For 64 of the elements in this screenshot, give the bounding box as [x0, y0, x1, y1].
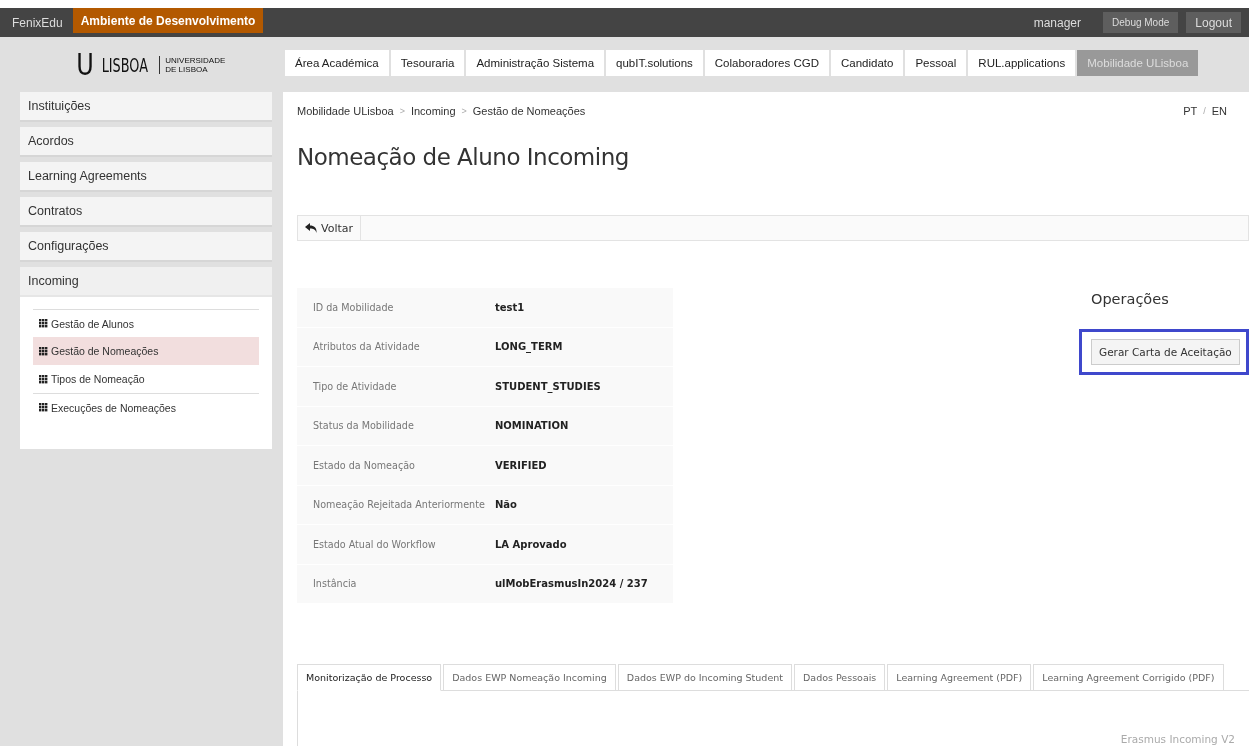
sidebar-item[interactable]: Acordos: [20, 127, 272, 157]
module-tab[interactable]: Tesouraria: [390, 50, 465, 76]
detail-label: Nomeação Rejeitada Anteriormente: [312, 499, 486, 511]
detail-value: ulMobErasmusIn2024 / 237: [495, 578, 649, 590]
detail-label: Status da Mobilidade: [312, 420, 415, 432]
app-name[interactable]: FenixEdu: [8, 15, 73, 30]
breadcrumb-link[interactable]: Incoming: [410, 105, 456, 117]
generate-letter-button[interactable]: Gerar Carta de Aceitação: [1091, 339, 1240, 365]
detail-label: Tipo de Atividade: [312, 380, 398, 392]
module-tab[interactable]: qubIT.solutions: [606, 50, 703, 76]
tab[interactable]: Dados Pessoais: [794, 664, 886, 691]
breadcrumb-separator: >: [461, 106, 467, 116]
submenu-item[interactable]: Gestão de Nomeações: [33, 337, 259, 365]
language-link[interactable]: EN: [1211, 105, 1227, 117]
breadcrumb-link[interactable]: Mobilidade ULisboa: [297, 105, 394, 117]
logo-mark: U: [75, 49, 94, 80]
footer-text: Erasmus Incoming V2: [1120, 733, 1235, 745]
breadcrumb-separator: >: [399, 106, 405, 116]
detail-label: Instância: [312, 578, 358, 590]
environment-badge: Ambiente de Desenvolvimento: [72, 8, 264, 33]
module-tab[interactable]: RUL.applications: [968, 50, 1076, 76]
breadcrumb-link[interactable]: Gestão de Nomeações: [472, 105, 586, 117]
detail-label: Estado da Nomeação: [312, 459, 416, 471]
detail-label: ID da Mobilidade: [312, 301, 395, 313]
grid-icon: [39, 319, 48, 328]
module-tab[interactable]: Candidato: [830, 50, 904, 76]
user-name: manager: [1033, 15, 1082, 30]
sidebar-item[interactable]: Learning Agreements: [20, 162, 272, 192]
submenu-item[interactable]: Tipos de Nomeação: [33, 365, 259, 393]
grid-icon: [39, 346, 48, 356]
page-title: Nomeação de Aluno Incoming: [297, 144, 630, 172]
detail-label: Estado Atual do Workflow: [312, 538, 437, 550]
module-tab[interactable]: Colaboradores CGD: [704, 50, 829, 76]
sidebar-item[interactable]: Configurações: [20, 232, 272, 262]
language-link[interactable]: PT: [1183, 105, 1198, 117]
detail-value: LONG_TERM: [495, 341, 564, 353]
logout-button[interactable]: Logout: [1186, 12, 1241, 33]
module-tab[interactable]: Área Académica: [285, 50, 389, 76]
sidebar-item[interactable]: Incoming: [20, 267, 272, 297]
detail-label: Atributos da Atividade: [312, 341, 421, 353]
tab[interactable]: Monitorização de Processo: [297, 664, 442, 691]
submenu-item[interactable]: Execuções de Nomeações: [33, 393, 259, 421]
tab[interactable]: Learning Agreement (PDF): [887, 664, 1032, 691]
detail-value: NOMINATION: [495, 420, 570, 432]
grid-icon: [39, 374, 48, 384]
language-separator: /: [1203, 106, 1206, 116]
detail-value: STUDENT_STUDIES: [495, 380, 602, 392]
tab[interactable]: Dados EWP Nomeação Incoming: [443, 664, 616, 691]
logo-name: LISBOA: [101, 53, 148, 76]
module-tab[interactable]: Administração Sistema: [466, 50, 605, 76]
logo-subtitle: UNIVERSIDADE DE LISBOA: [159, 55, 226, 74]
grid-icon: [39, 403, 48, 412]
detail-value: Não: [495, 499, 518, 511]
module-tab[interactable]: Pessoal: [905, 50, 967, 76]
back-arrow-icon: [305, 223, 317, 233]
operations-heading: Operações: [1091, 291, 1170, 309]
tab[interactable]: Dados EWP do Incoming Student: [617, 664, 792, 691]
detail-value: test1: [495, 301, 526, 313]
detail-value: LA Aprovado: [495, 538, 568, 550]
sidebar-item[interactable]: Instituições: [20, 92, 272, 122]
detail-value: VERIFIED: [495, 459, 548, 471]
sidebar-item[interactable]: Contratos: [20, 197, 272, 227]
tab[interactable]: Learning Agreement Corrigido (PDF): [1033, 664, 1224, 691]
debug-mode-button[interactable]: Debug Mode: [1103, 12, 1179, 33]
